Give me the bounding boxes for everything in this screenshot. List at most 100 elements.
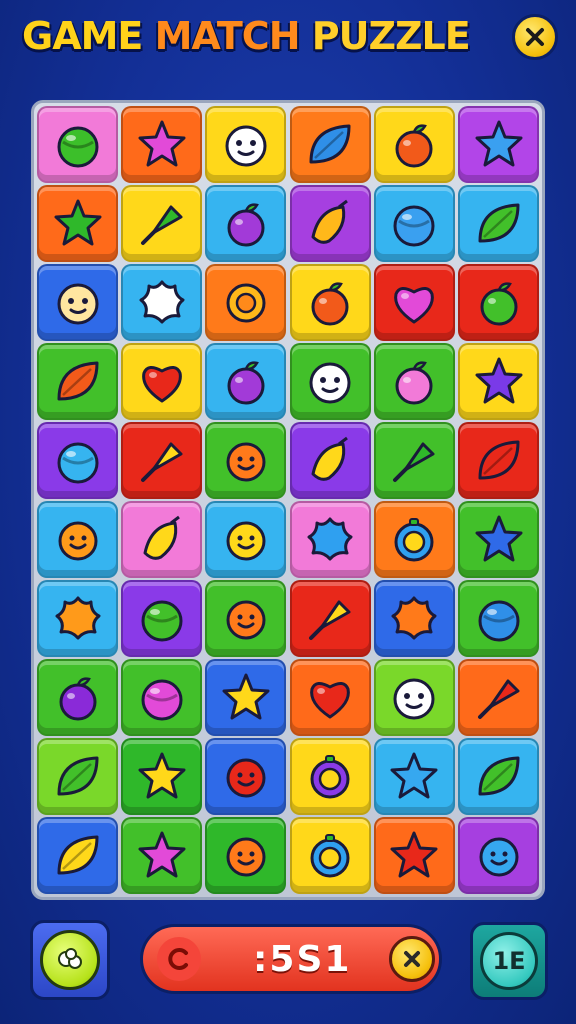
game-tile[interactable]	[37, 580, 118, 657]
title-word-2: MATCH	[154, 14, 301, 58]
pin-icon	[140, 442, 183, 482]
game-tile[interactable]	[373, 580, 455, 657]
hint-button[interactable]	[30, 920, 110, 1000]
game-tile[interactable]	[458, 580, 539, 657]
game-tile[interactable]	[289, 817, 371, 894]
game-tile[interactable]	[289, 264, 371, 341]
game-tile[interactable]	[289, 501, 371, 578]
game-tile[interactable]	[373, 422, 455, 499]
game-tile[interactable]	[205, 659, 287, 736]
game-tile[interactable]	[121, 264, 203, 341]
face-icon	[393, 678, 435, 719]
bunch-icon	[311, 199, 348, 244]
fruit-icon	[227, 360, 265, 404]
ball-icon	[478, 600, 519, 641]
game-tile[interactable]	[121, 422, 203, 499]
game-tile[interactable]	[121, 580, 203, 657]
game-tile[interactable]	[458, 185, 539, 262]
game-tile[interactable]	[205, 185, 287, 262]
game-tile[interactable]	[373, 185, 455, 262]
game-tile[interactable]	[37, 185, 118, 262]
game-tile[interactable]	[37, 343, 118, 420]
game-title: GAME MATCH PUZZLE	[22, 10, 471, 62]
pin-icon	[140, 205, 183, 245]
game-tile[interactable]	[373, 106, 455, 183]
ball-icon	[57, 442, 98, 483]
ring-icon	[310, 833, 350, 877]
star-icon	[54, 199, 101, 245]
game-tile[interactable]	[37, 659, 118, 736]
bunch-icon	[311, 436, 348, 481]
score-value: :5S1	[253, 939, 352, 980]
game-tile[interactable]	[373, 738, 455, 815]
game-tile[interactable]	[458, 738, 539, 815]
game-tile[interactable]	[205, 264, 287, 341]
level-button[interactable]: 1E	[470, 922, 548, 1000]
star-icon	[475, 515, 522, 561]
game-tile[interactable]	[373, 501, 455, 578]
game-tile[interactable]	[205, 422, 287, 499]
game-tile[interactable]	[289, 185, 371, 262]
star-icon	[390, 831, 438, 877]
game-tile[interactable]	[37, 501, 118, 578]
game-tile[interactable]	[458, 501, 539, 578]
game-screen: GAME MATCH PUZZLE :5S1 1E	[0, 0, 576, 1024]
game-tile[interactable]	[373, 343, 455, 420]
smile-icon	[479, 837, 518, 876]
splat-icon	[139, 280, 185, 323]
game-tile[interactable]	[289, 738, 371, 815]
leaf-icon	[57, 835, 98, 874]
game-tile[interactable]	[458, 343, 539, 420]
star-icon	[475, 357, 522, 403]
splat-icon	[307, 517, 353, 560]
leaf-icon	[309, 124, 351, 163]
game-tile[interactable]	[121, 659, 203, 736]
game-tile[interactable]	[458, 817, 539, 894]
game-tile[interactable]	[121, 738, 203, 815]
face-icon	[57, 283, 98, 324]
fruit-icon	[59, 676, 96, 720]
star-icon	[475, 120, 522, 166]
ring-icon	[310, 754, 350, 798]
game-tile[interactable]	[458, 264, 539, 341]
game-tile[interactable]	[373, 817, 455, 894]
game-tile[interactable]	[373, 659, 455, 736]
game-tile[interactable]	[458, 106, 539, 183]
game-tile[interactable]	[289, 659, 371, 736]
game-tile[interactable]	[37, 817, 118, 894]
game-tile[interactable]	[289, 580, 371, 657]
game-tile[interactable]	[121, 817, 203, 894]
game-tile[interactable]	[205, 343, 287, 420]
game-tile[interactable]	[458, 422, 539, 499]
ring-icon	[394, 517, 434, 561]
ball-icon	[393, 205, 435, 246]
game-tile[interactable]	[121, 185, 203, 262]
game-tile[interactable]	[37, 264, 118, 341]
game-tile[interactable]	[205, 580, 287, 657]
ball-icon	[57, 126, 98, 167]
leaf-icon	[478, 203, 519, 242]
game-tile[interactable]	[458, 659, 539, 736]
close-icon	[404, 951, 420, 967]
game-tile[interactable]	[289, 422, 371, 499]
score-close-button[interactable]	[389, 936, 435, 982]
level-value: 1E	[480, 932, 538, 990]
game-tile[interactable]	[37, 106, 118, 183]
game-tile[interactable]	[205, 817, 287, 894]
restart-icon[interactable]	[157, 937, 201, 981]
close-button[interactable]	[512, 14, 558, 60]
game-tile[interactable]	[205, 106, 287, 183]
game-tile[interactable]	[121, 343, 203, 420]
face-icon	[225, 125, 267, 166]
game-tile[interactable]	[289, 106, 371, 183]
game-tile[interactable]	[373, 264, 455, 341]
game-tile[interactable]	[205, 501, 287, 578]
heart-icon	[394, 286, 435, 323]
game-tile[interactable]	[289, 343, 371, 420]
game-tile[interactable]	[205, 738, 287, 815]
game-tile[interactable]	[121, 501, 203, 578]
smile-icon	[226, 521, 266, 560]
game-tile[interactable]	[37, 422, 118, 499]
game-tile[interactable]	[37, 738, 118, 815]
game-tile[interactable]	[121, 106, 203, 183]
